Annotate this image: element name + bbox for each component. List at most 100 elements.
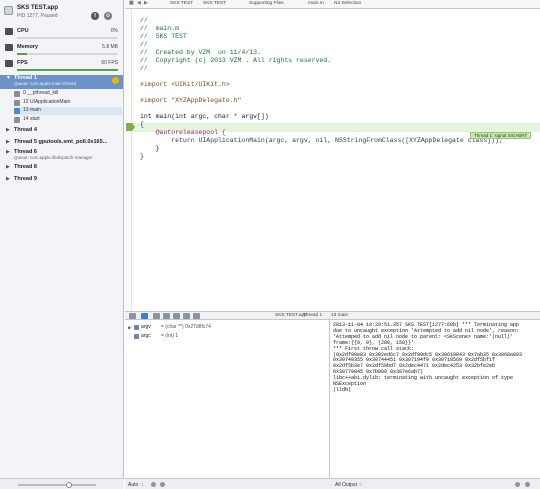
- thread-queue: Queue: com.apple.libdispatch-manager: [14, 155, 93, 160]
- thread-label: Thread 5 gputools.smt_poll.0x165...: [14, 139, 108, 145]
- forward-icon[interactable]: ▶: [144, 1, 148, 6]
- disclosure-closed-icon[interactable]: ▶: [6, 164, 10, 170]
- thread-row[interactable]: ▶ Thread 6 Queue: com.apple.libdispatch-…: [0, 149, 123, 163]
- jump-crumb[interactable]: SKS TEST: [203, 1, 226, 6]
- variable-value: = (int) 1: [161, 333, 179, 339]
- disclosure-closed-icon[interactable]: ▶: [6, 149, 10, 155]
- variable-icon: [134, 334, 139, 339]
- disclosure-closed-icon[interactable]: ▶: [6, 176, 10, 182]
- stack-frame[interactable]: 12 UIApplicationMain: [14, 99, 122, 107]
- hide-debug-area-icon[interactable]: [129, 313, 136, 319]
- navigator-filter-bar: [0, 478, 124, 489]
- disclosure-closed-icon[interactable]: ▶: [6, 127, 10, 133]
- options-icon[interactable]: ⚙: [104, 12, 112, 20]
- thread-label: Thread 4: [14, 127, 37, 133]
- code-line: //: [140, 65, 148, 72]
- debug-crumb[interactable]: 13 main: [331, 313, 348, 318]
- process-header[interactable]: SKS TEST.app PID 1277, Paused ‖ ⚙: [2, 4, 122, 26]
- back-icon[interactable]: ◀: [137, 1, 141, 6]
- disclosure-closed-icon[interactable]: ▶: [128, 325, 131, 331]
- variables-view[interactable]: ▶ argv = (char **) 0x27d8fc74 argc = (in…: [125, 320, 330, 478]
- process-name: SKS TEST.app: [17, 5, 59, 11]
- jump-crumb[interactable]: SKS TEST: [170, 1, 193, 6]
- stack-frame[interactable]: 0 __pthread_kill: [14, 90, 122, 98]
- gauge-value: 5.8 MB: [102, 44, 118, 50]
- step-out-icon[interactable]: [183, 313, 190, 319]
- console-output-select[interactable]: All Output ♢: [335, 482, 363, 488]
- frame-icon: [14, 108, 20, 114]
- code-line: {: [140, 121, 144, 128]
- eye-icon[interactable]: [151, 482, 156, 487]
- debug-bar: SKS TEST.app Thread 1 13 main: [125, 311, 540, 320]
- code-line: //: [140, 17, 148, 24]
- gauge-track: [17, 37, 118, 39]
- memory-icon: [5, 44, 13, 51]
- app-icon: [4, 6, 13, 15]
- variable-row[interactable]: argc = (int) 1: [125, 333, 330, 341]
- code-line: }: [140, 145, 160, 152]
- pause-icon[interactable]: ‖: [91, 12, 99, 20]
- variables-scope-select[interactable]: Auto ♢: [128, 482, 144, 488]
- gauge-fill: [17, 53, 28, 55]
- jump-crumb[interactable]: Supporting Files: [249, 1, 284, 6]
- cpu-icon: [5, 28, 13, 35]
- variable-row[interactable]: ▶ argv = (char **) 0x27d8fc74: [125, 324, 330, 332]
- console-output[interactable]: 2013-11-04 19:29:51.357 SKS TEST[1277:60…: [331, 320, 540, 478]
- debug-navigator: SKS TEST.app PID 1277, Paused ‖ ⚙ CPU 0%…: [0, 0, 124, 489]
- code-line: int main(int argc, char * argv[]): [140, 113, 269, 120]
- jump-crumb[interactable]: main.m: [308, 1, 324, 6]
- thread-label: Thread 9: [14, 176, 37, 182]
- location-icon[interactable]: [193, 313, 200, 319]
- frame-label: 14 start: [23, 116, 40, 122]
- code-line: // main.m: [140, 25, 180, 32]
- thread-row[interactable]: ▶ Thread 5 gputools.smt_poll.0x165...: [0, 139, 123, 148]
- trash-icon[interactable]: [515, 482, 520, 487]
- disclosure-open-icon[interactable]: ▼: [6, 75, 11, 81]
- fps-icon: [5, 60, 13, 67]
- info-icon[interactable]: [160, 482, 165, 487]
- stack-frame-selected[interactable]: 13 main: [14, 107, 122, 115]
- fps-gauge[interactable]: FPS 60 FPS: [0, 57, 123, 77]
- variable-name: argc: [141, 333, 151, 339]
- frame-icon: [14, 117, 20, 123]
- variable-name: argv: [141, 324, 151, 330]
- gauge-value: 60 FPS: [101, 60, 118, 66]
- debug-bottom-bar: Auto ♢ All Output ♢: [125, 478, 540, 489]
- code-line: #import "XYZAppDelegate.h": [140, 97, 242, 104]
- jump-bar: ▦ ◀ ▶ SKS TEST SKS TEST Supporting Files…: [125, 0, 540, 9]
- variable-value: = (char **) 0x27d8fc74: [161, 324, 211, 330]
- thread-1-row[interactable]: ▼ Thread 1 Queue: com.apple.main-thread: [0, 75, 123, 89]
- thread-queue: Queue: com.apple.main-thread: [14, 81, 77, 86]
- frame-label: 0 __pthread_kill: [23, 90, 59, 96]
- editor-gutter[interactable]: [125, 9, 132, 311]
- code-line: // SKS TEST: [140, 33, 187, 40]
- gauge-fill: [17, 69, 118, 71]
- gauge-label: FPS: [17, 60, 28, 66]
- jump-crumb[interactable]: No Selection: [334, 1, 361, 6]
- code-view[interactable]: //// main.m// SKS TEST//// Created by VZ…: [140, 9, 540, 177]
- signal-annotation[interactable]: Thread 1: signal SIGABRT: [470, 132, 532, 139]
- variable-icon: [134, 325, 139, 330]
- code-line: }: [140, 153, 144, 160]
- step-over-icon[interactable]: [163, 313, 170, 319]
- continue-icon[interactable]: [153, 313, 160, 319]
- stack-frame[interactable]: 14 start: [14, 116, 122, 124]
- breakpoints-toggle-icon[interactable]: [141, 313, 148, 319]
- gauge-value: 0%: [110, 28, 118, 34]
- gauge-track: [17, 53, 118, 55]
- gauge-label: Memory: [17, 44, 39, 50]
- source-editor[interactable]: //// main.m// SKS TEST//// Created by VZ…: [125, 9, 540, 311]
- thread-row[interactable]: ▶ Thread 9: [0, 176, 123, 185]
- frame-icon: [14, 91, 20, 97]
- thread-row[interactable]: ▶ Thread 8: [0, 164, 123, 173]
- disclosure-closed-icon[interactable]: ▶: [6, 139, 10, 145]
- slider-knob[interactable]: [66, 482, 72, 488]
- debug-crumb[interactable]: Thread 1: [303, 313, 322, 318]
- thread-row[interactable]: ▶ Thread 4: [0, 127, 123, 136]
- step-into-icon[interactable]: [173, 313, 180, 319]
- stack-compression-slider[interactable]: [18, 484, 96, 486]
- split-view-icon[interactable]: [525, 482, 530, 487]
- grid-icon[interactable]: ▦: [129, 1, 134, 6]
